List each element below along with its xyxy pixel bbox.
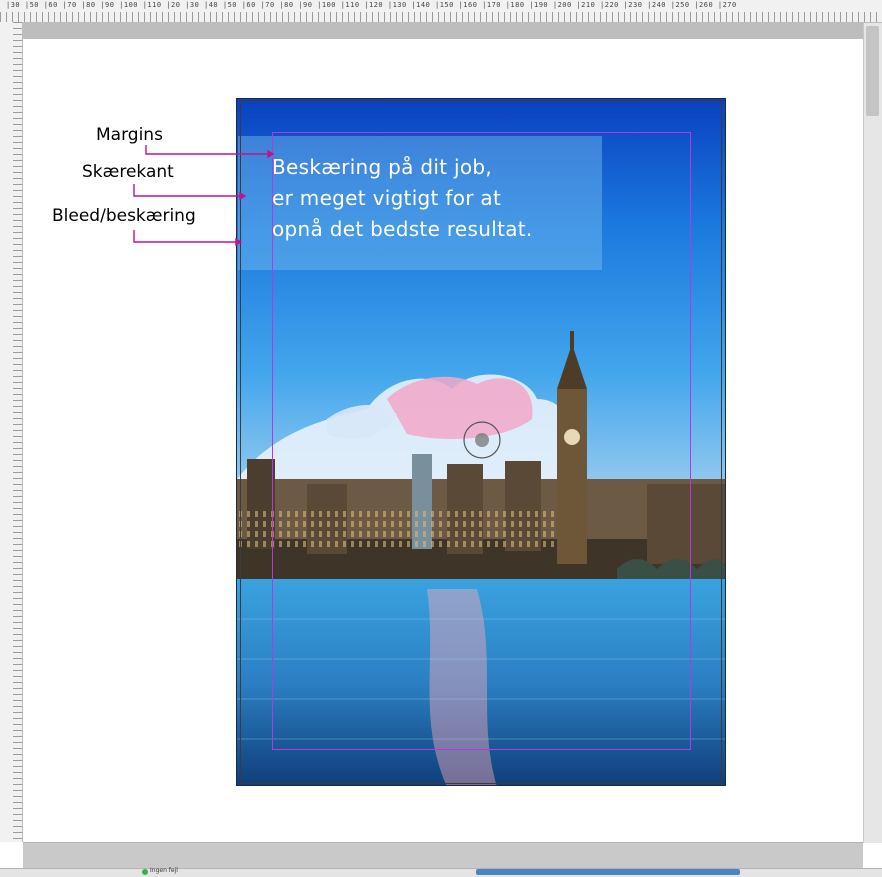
vertical-scrollbar-thumb[interactable] xyxy=(866,26,879,116)
margin-guide xyxy=(272,132,691,750)
bleed-label: Bleed/beskæring xyxy=(52,206,196,226)
vertical-scrollbar[interactable] xyxy=(863,23,882,843)
ruler-numbers: |30 |50 |60 |70 |80 |90 |100 |110 |20 |3… xyxy=(6,1,737,9)
skaerekant-label: Skærekant xyxy=(82,162,174,182)
margins-label: Margins xyxy=(96,125,163,145)
green-dot-icon xyxy=(142,869,148,875)
horizontal-ruler[interactable]: |30 |50 |60 |70 |80 |90 |100 |110 |20 |3… xyxy=(0,0,882,23)
ruler-ticks xyxy=(13,22,22,842)
pasteboard-top-bar xyxy=(23,23,863,39)
horizontal-scrollbar-thumb[interactable] xyxy=(476,869,740,875)
ruler-ticks xyxy=(0,12,882,22)
preflight-status[interactable]: Ingen fejl xyxy=(150,867,178,874)
pasteboard-bottom-bar xyxy=(23,842,863,869)
vertical-ruler[interactable] xyxy=(0,22,23,842)
